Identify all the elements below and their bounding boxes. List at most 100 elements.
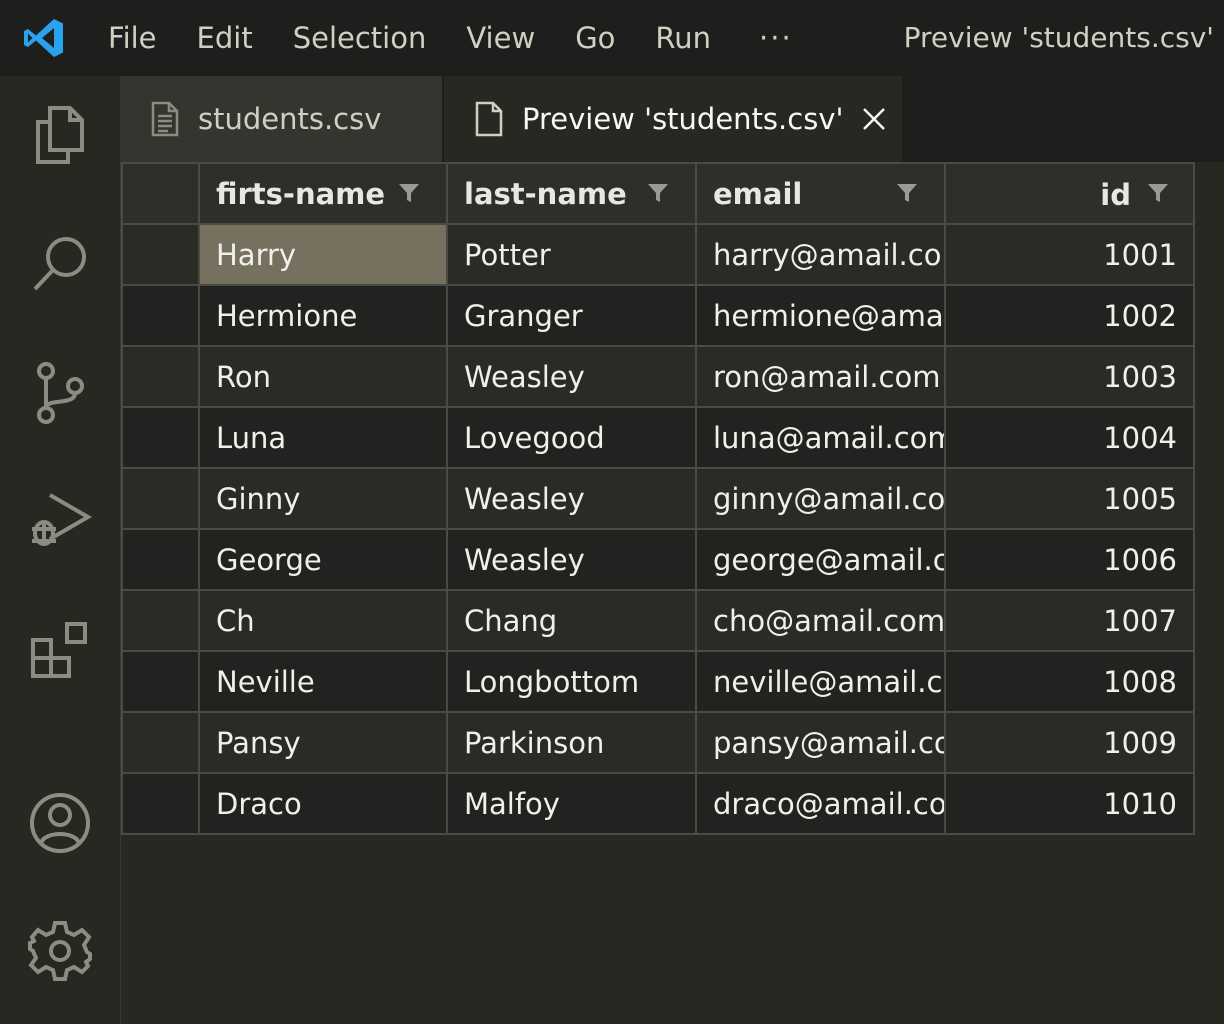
table-cell[interactable]: Ron	[198, 345, 448, 408]
table-cell[interactable]: Granger	[446, 284, 697, 347]
row-number-cell[interactable]	[121, 772, 200, 835]
row-number-cell[interactable]	[121, 711, 200, 774]
table-cell[interactable]: Pansy	[198, 711, 448, 774]
table-cell[interactable]: 1002	[944, 284, 1195, 347]
table-cell[interactable]: neville@amail.com	[695, 650, 946, 713]
column-header-id[interactable]: id	[944, 162, 1195, 225]
table-cell[interactable]: 1009	[944, 711, 1195, 774]
table-row[interactable]: Pansy Parkinson pansy@amail.com 1009	[121, 711, 1195, 774]
table-row[interactable]: Ginny Weasley ginny@amail.com 1005	[121, 467, 1195, 530]
table-cell[interactable]: harry@amail.com	[695, 223, 946, 286]
row-number-cell[interactable]	[121, 284, 200, 347]
table-cell[interactable]: 1001	[944, 223, 1195, 286]
table-row[interactable]: Neville Longbottom neville@amail.com 100…	[121, 650, 1195, 713]
table-cell[interactable]: Parkinson	[446, 711, 697, 774]
filter-icon[interactable]	[647, 182, 669, 204]
filter-icon[interactable]	[1147, 182, 1169, 204]
menu-file[interactable]: File	[88, 0, 177, 76]
table-cell[interactable]: 1007	[944, 589, 1195, 652]
table-cell[interactable]: 1004	[944, 406, 1195, 469]
column-header-last-name[interactable]: last-name	[446, 162, 697, 225]
table-cell[interactable]: ginny@amail.com	[695, 467, 946, 530]
table-cell[interactable]: 1010	[944, 772, 1195, 835]
table-row[interactable]: Hermione Granger hermione@amail.com 1002	[121, 284, 1195, 347]
table-cell[interactable]: Weasley	[446, 467, 697, 530]
explorer-icon[interactable]	[0, 90, 120, 180]
menu-run[interactable]: Run	[635, 0, 731, 76]
table-cell[interactable]: 1003	[944, 345, 1195, 408]
settings-gear-icon[interactable]	[0, 906, 120, 996]
account-icon[interactable]	[0, 778, 120, 868]
column-header-label: last-name	[464, 176, 627, 211]
table-cell[interactable]: Draco	[198, 772, 448, 835]
cell-text: george@amail.com	[713, 542, 943, 577]
table-row[interactable]: Luna Lovegood luna@amail.com 1004	[121, 406, 1195, 469]
table-cell[interactable]: Hermione	[198, 284, 448, 347]
table-cell[interactable]: 1008	[944, 650, 1195, 713]
table-cell[interactable]: Chang	[446, 589, 697, 652]
table-cell[interactable]: Potter	[446, 223, 697, 286]
table-cell[interactable]: Neville	[198, 650, 448, 713]
search-icon[interactable]	[0, 218, 120, 308]
row-number-cell[interactable]	[121, 345, 200, 408]
table-cell[interactable]: george@amail.com	[695, 528, 946, 591]
table-row[interactable]: Ron Weasley ron@amail.com 1003	[121, 345, 1195, 408]
filter-icon[interactable]	[398, 182, 420, 204]
table-row[interactable]: Harry Potter harry@amail.com 1001	[121, 223, 1195, 286]
table-cell[interactable]: draco@amail.com	[695, 772, 946, 835]
table-cell[interactable]: cho@amail.com	[695, 589, 946, 652]
cell-text: Pansy	[216, 725, 301, 760]
table-cell[interactable]: 1006	[944, 528, 1195, 591]
row-number-cell[interactable]	[121, 406, 200, 469]
menu-go[interactable]: Go	[555, 0, 635, 76]
table-cell[interactable]: George	[198, 528, 448, 591]
row-number-cell[interactable]	[121, 650, 200, 713]
cell-text: Parkinson	[464, 725, 605, 760]
run-debug-icon[interactable]	[0, 476, 120, 566]
menu-selection[interactable]: Selection	[273, 0, 447, 76]
tab-label: Preview 'students.csv'	[522, 102, 844, 136]
table-row[interactable]: Draco Malfoy draco@amail.com 1010	[121, 772, 1195, 835]
cell-text: ginny@amail.com	[713, 481, 944, 516]
table-row[interactable]: George Weasley george@amail.com 1006	[121, 528, 1195, 591]
table-cell[interactable]: Malfoy	[446, 772, 697, 835]
tab-preview-students-csv[interactable]: Preview 'students.csv'	[444, 76, 902, 162]
table-cell[interactable]: luna@amail.com	[695, 406, 946, 469]
cell-text: Weasley	[464, 481, 585, 516]
row-number-header	[121, 162, 200, 225]
menu-view[interactable]: View	[446, 0, 555, 76]
table-cell[interactable]: ron@amail.com	[695, 345, 946, 408]
more-menu-icon[interactable]: ···	[731, 21, 821, 55]
cell-text: 1005	[1103, 481, 1177, 516]
table-cell[interactable]: 1005	[944, 467, 1195, 530]
cell-text: Longbottom	[464, 664, 640, 699]
table-cell[interactable]: Ginny	[198, 467, 448, 530]
extensions-icon[interactable]	[0, 606, 120, 696]
table-cell[interactable]: pansy@amail.com	[695, 711, 946, 774]
filter-icon[interactable]	[896, 182, 918, 204]
table-cell[interactable]: Luna	[198, 406, 448, 469]
table-cell[interactable]: hermione@amail.com	[695, 284, 946, 347]
row-number-cell[interactable]	[121, 467, 200, 530]
source-control-icon[interactable]	[0, 348, 120, 438]
row-number-cell[interactable]	[121, 589, 200, 652]
column-header-email[interactable]: email	[695, 162, 946, 225]
cell-text: 1002	[1103, 298, 1177, 333]
table-cell[interactable]: Lovegood	[446, 406, 697, 469]
row-number-cell[interactable]	[121, 223, 200, 286]
row-number-cell[interactable]	[121, 528, 200, 591]
tab-students-csv[interactable]: students.csv	[120, 76, 442, 162]
table-cell[interactable]: Weasley	[446, 345, 697, 408]
cell-text: Luna	[216, 420, 287, 455]
tab-bar: students.csv Preview 'students.csv'	[120, 76, 1224, 162]
table-cell[interactable]: Ch	[198, 589, 448, 652]
column-header-first-name[interactable]: firts-name	[198, 162, 448, 225]
window-title: Preview 'students.csv'	[903, 21, 1214, 54]
cell-text: 1004	[1103, 420, 1177, 455]
table-row[interactable]: Ch Chang cho@amail.com 1007	[121, 589, 1195, 652]
close-icon[interactable]	[861, 106, 887, 132]
table-cell[interactable]: Longbottom	[446, 650, 697, 713]
table-cell-selected[interactable]: Harry	[198, 223, 448, 286]
table-cell[interactable]: Weasley	[446, 528, 697, 591]
menu-edit[interactable]: Edit	[177, 0, 273, 76]
